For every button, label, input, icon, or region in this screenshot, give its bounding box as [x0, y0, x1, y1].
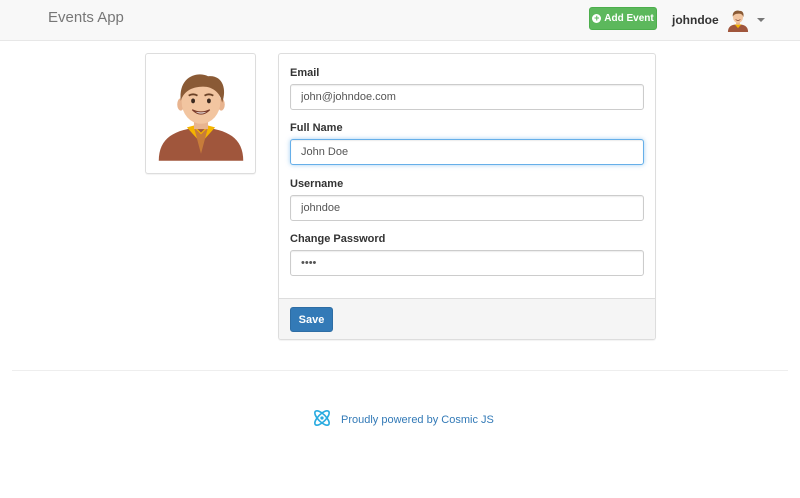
cosmic-js-logo-icon	[311, 407, 333, 432]
full-name-label: Full Name	[290, 122, 343, 134]
add-event-label: Add Event	[604, 13, 654, 24]
user-avatar-icon	[158, 74, 244, 161]
password-label: Change Password	[290, 233, 386, 245]
add-event-button[interactable]: + Add Event	[589, 7, 657, 30]
user-avatar-icon	[726, 8, 750, 32]
username-label: Username	[290, 178, 344, 190]
username-field[interactable]	[290, 195, 644, 221]
full-name-field[interactable]	[290, 139, 644, 165]
powered-by-text: Proudly powered by Cosmic JS	[341, 413, 494, 426]
brand-link[interactable]: Events App	[48, 9, 124, 26]
caret-down-icon	[756, 18, 765, 22]
save-button[interactable]: Save	[290, 307, 333, 332]
plus-circle-icon: +	[592, 13, 602, 23]
email-label: Email	[290, 67, 320, 79]
profile-form-panel: Email Full Name Username Change Password…	[278, 53, 656, 340]
nav-username: johndoe	[672, 13, 719, 27]
powered-by-link[interactable]: Proudly powered by Cosmic JS	[311, 407, 494, 432]
profile-avatar-panel	[145, 53, 256, 174]
email-field[interactable]	[290, 84, 644, 110]
user-menu-toggle[interactable]: johndoe	[672, 6, 765, 34]
footer-divider	[12, 370, 788, 371]
navbar: Events App + Add Event johndoe	[0, 0, 800, 41]
password-field[interactable]	[290, 250, 644, 276]
form-footer: Save	[279, 298, 655, 339]
